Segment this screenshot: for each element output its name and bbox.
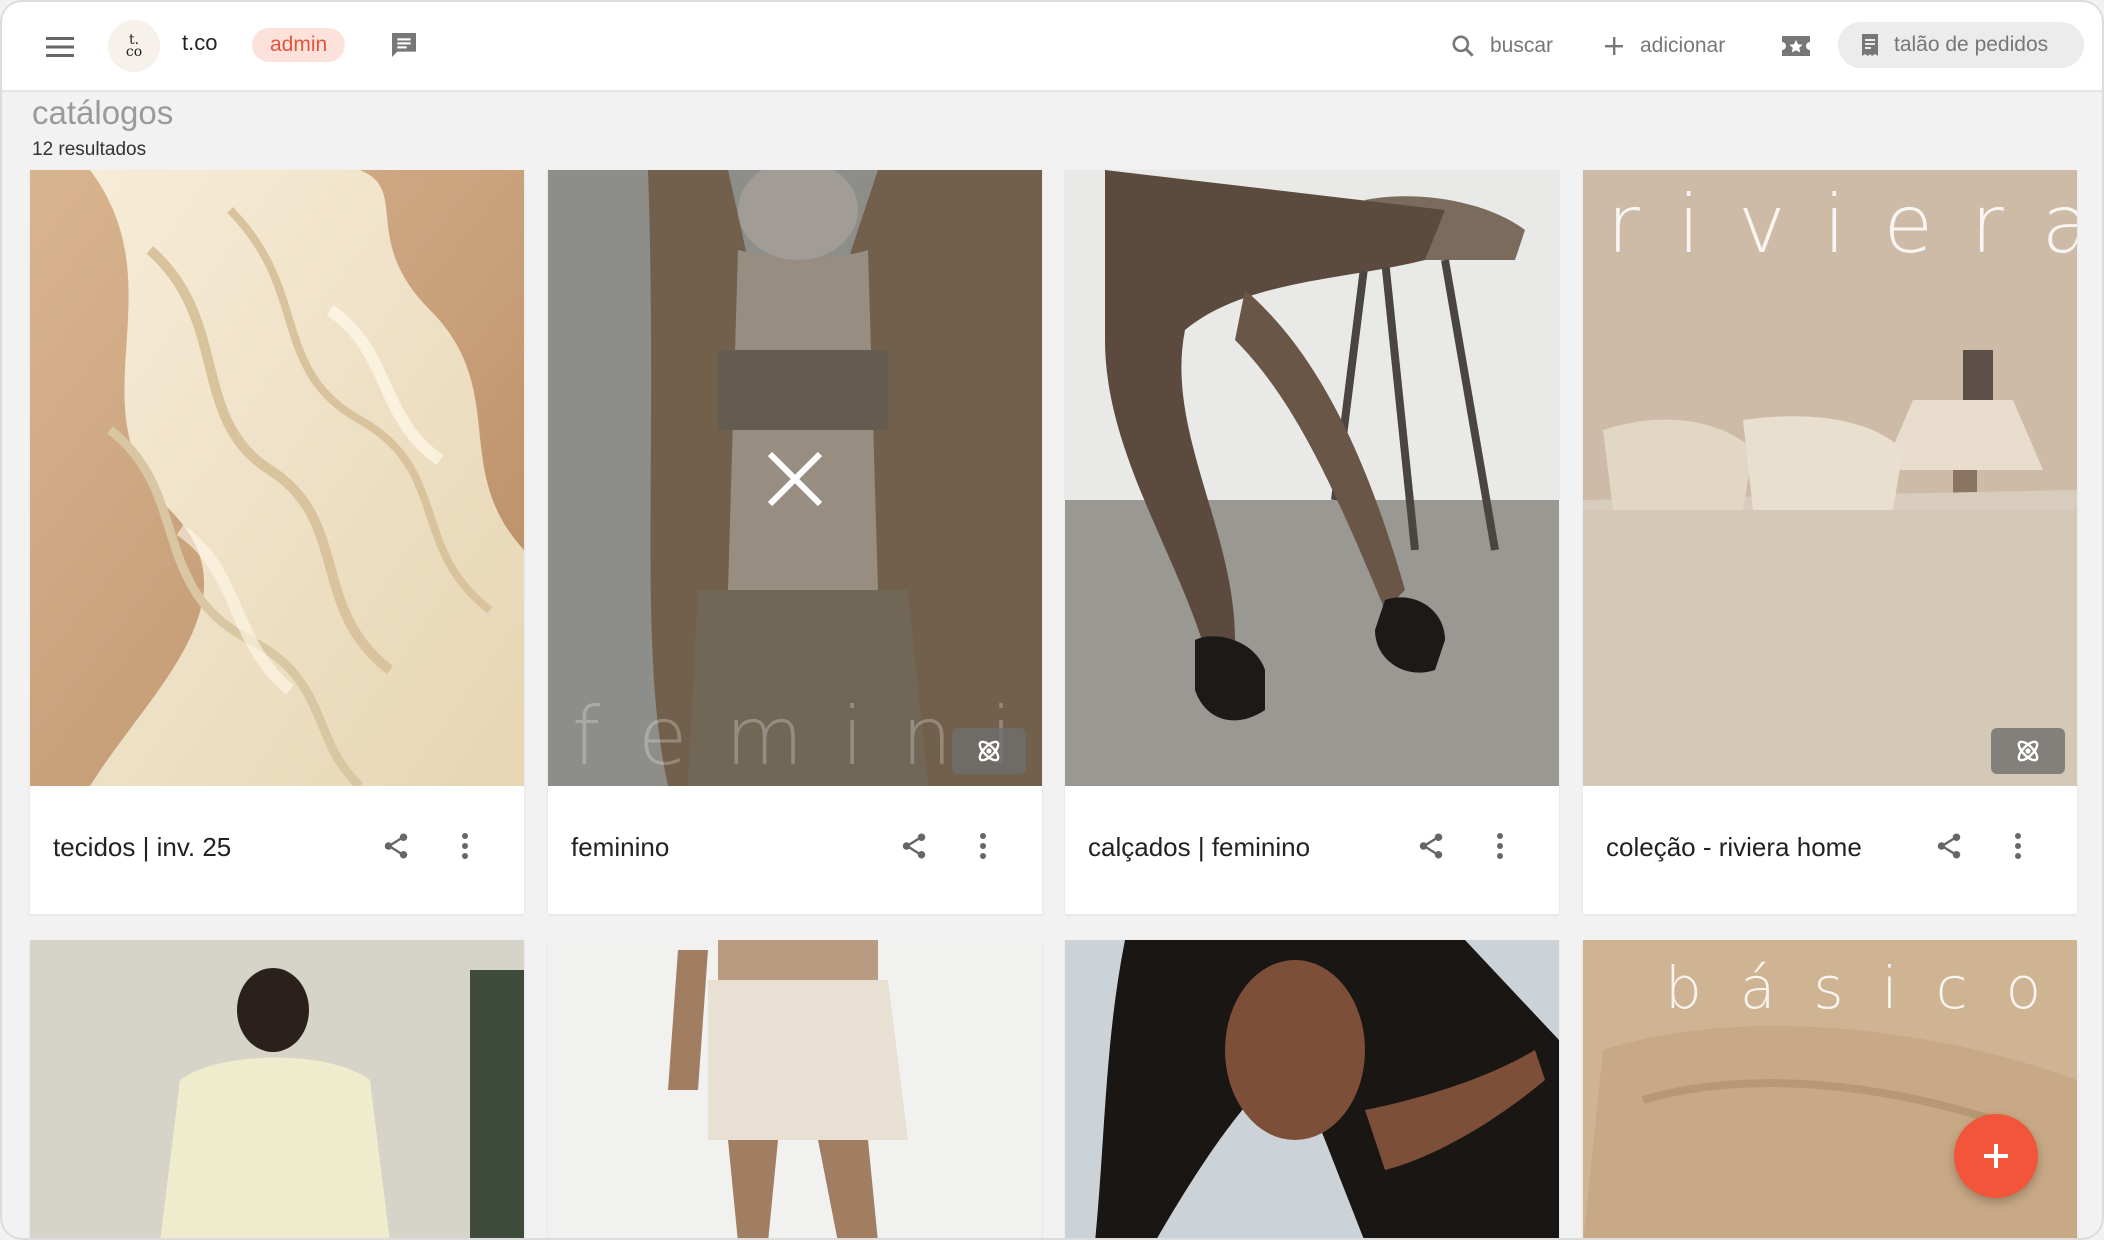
card-footer: calçados | feminino — [1065, 786, 1559, 914]
card-title[interactable]: feminino — [571, 832, 669, 863]
catalog-watermark: riviera — [1607, 178, 2077, 271]
catalog-card[interactable]: feminino feminino — [548, 170, 1042, 914]
more-vert-icon[interactable] — [968, 828, 998, 864]
logo-text: t. co — [125, 32, 143, 60]
atom-icon[interactable] — [1991, 728, 2065, 774]
search-button[interactable]: buscar — [1450, 26, 1553, 66]
page-title: catálogos — [32, 94, 174, 131]
chat-icon[interactable] — [386, 28, 422, 62]
more-vert-icon[interactable] — [1485, 828, 1515, 864]
plus-icon — [1605, 37, 1623, 55]
orders-label: talão de pedidos — [1894, 33, 2049, 56]
catalog-image[interactable] — [548, 940, 1042, 1238]
atom-icon[interactable] — [952, 728, 1026, 774]
card-title[interactable]: calçados | feminino — [1088, 832, 1310, 863]
add-catalog-fab[interactable] — [1954, 1114, 2038, 1198]
catalog-card[interactable] — [30, 940, 524, 1238]
plus-icon — [1984, 1144, 2008, 1168]
close-icon[interactable] — [764, 448, 826, 510]
card-title[interactable]: coleção - riviera home — [1606, 832, 1862, 863]
results-count: 12 resultados — [32, 139, 147, 160]
catalog-image[interactable] — [30, 170, 524, 786]
add-button[interactable]: adicionar — [1602, 26, 1725, 66]
app-window: t. co t.co admin buscar adicionar talão … — [0, 0, 2104, 1240]
catalog-card[interactable]: calçados | feminino — [1065, 170, 1559, 914]
catalog-card[interactable]: riviera coleção - riviera home — [1583, 170, 2077, 914]
brand-logo[interactable]: t. co — [108, 20, 160, 72]
share-icon[interactable] — [1931, 828, 1967, 864]
catalog-image[interactable] — [1065, 170, 1559, 786]
more-vert-icon[interactable] — [450, 828, 480, 864]
card-title[interactable]: tecidos | inv. 25 — [53, 832, 231, 863]
star-ticket-icon[interactable] — [1778, 28, 1814, 64]
orders-button[interactable]: talão de pedidos — [1838, 22, 2084, 68]
catalog-card[interactable] — [548, 940, 1042, 1238]
share-icon[interactable] — [1413, 828, 1449, 864]
search-icon — [1452, 35, 1474, 57]
more-vert-icon[interactable] — [2003, 828, 2033, 864]
card-footer: coleção - riviera home — [1583, 786, 2077, 914]
catalog-card[interactable] — [1065, 940, 1559, 1238]
brand-name[interactable]: t.co — [182, 30, 217, 56]
catalog-image[interactable]: feminino — [548, 170, 1042, 786]
card-footer: feminino — [548, 786, 1042, 914]
share-icon[interactable] — [896, 828, 932, 864]
catalog-watermark: básicos — [1665, 954, 2077, 1022]
catalog-image[interactable] — [1065, 940, 1559, 1238]
catalog-card[interactable]: tecidos | inv. 25 — [30, 170, 524, 914]
top-bar: t. co t.co admin buscar adicionar talão … — [2, 2, 2102, 92]
receipt-icon — [1862, 34, 1878, 56]
add-label: adicionar — [1640, 34, 1726, 57]
catalog-image[interactable]: riviera — [1583, 170, 2077, 786]
card-footer: tecidos | inv. 25 — [30, 786, 524, 914]
share-icon[interactable] — [378, 828, 414, 864]
menu-icon[interactable] — [42, 30, 78, 64]
catalog-image[interactable] — [30, 940, 524, 1238]
search-label: buscar — [1490, 34, 1554, 57]
role-badge: admin — [252, 28, 346, 62]
